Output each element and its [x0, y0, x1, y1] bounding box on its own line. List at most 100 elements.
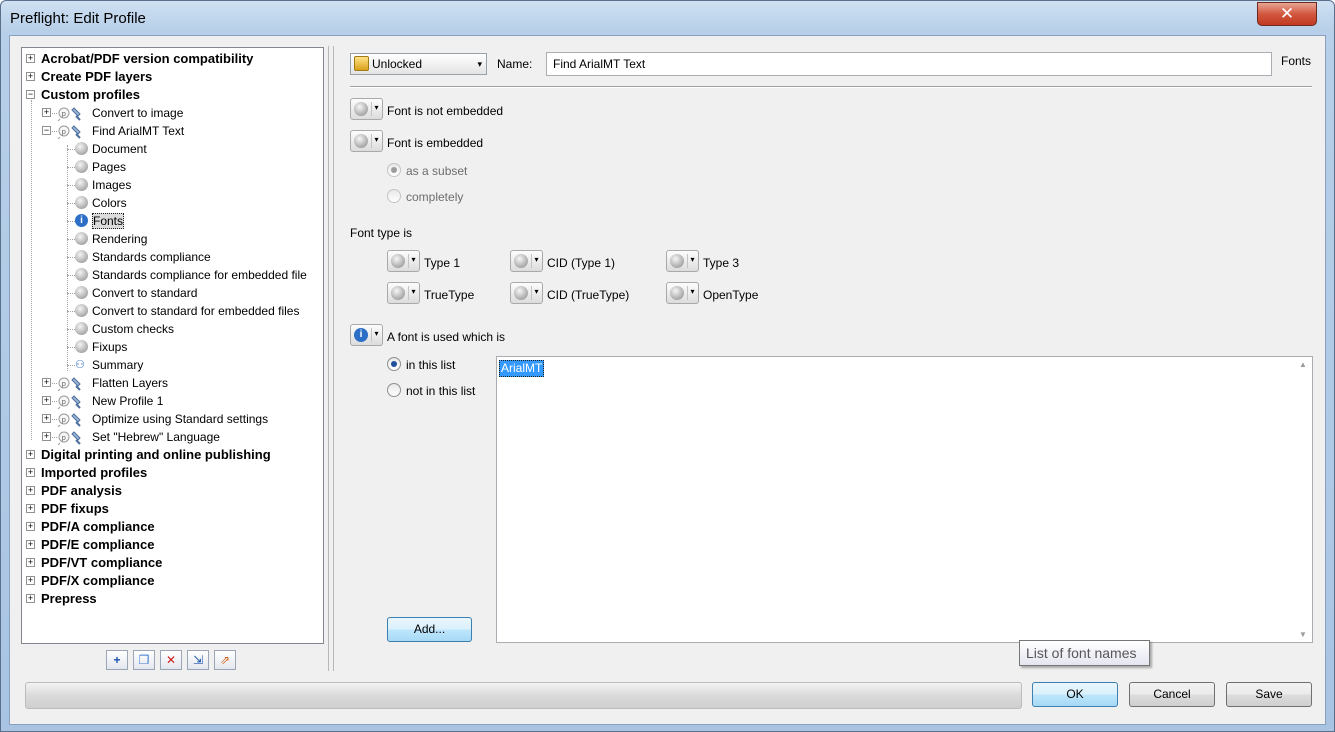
as-subset-radio[interactable] [387, 163, 401, 177]
tree-item[interactable]: Find ArialMT Text [92, 122, 184, 140]
import-icon[interactable]: ⇲ [187, 650, 209, 670]
type3-state-button[interactable]: ▾ [666, 250, 699, 272]
tree-item[interactable]: Prepress [41, 590, 97, 608]
tree-item[interactable]: Pages [92, 158, 126, 176]
chevron-down-icon: ▾ [477, 59, 482, 69]
expand-icon[interactable]: + [26, 486, 35, 495]
ok-button[interactable]: OK [1032, 682, 1118, 707]
padlock-icon [354, 56, 369, 71]
collapse-icon[interactable]: − [26, 90, 35, 99]
expand-icon[interactable]: + [26, 522, 35, 531]
chevron-down-icon: ▾ [408, 286, 418, 300]
tree-connector [67, 167, 75, 168]
tree-item-label: Convert to image [92, 106, 184, 120]
gray-dot-icon [514, 286, 528, 300]
in-this-list-radio[interactable] [387, 357, 401, 371]
tree-connector [67, 185, 75, 186]
save-button[interactable]: Save [1226, 682, 1312, 707]
expand-icon[interactable]: + [26, 504, 35, 513]
scroll-down-icon[interactable]: ▼ [1299, 630, 1307, 639]
svg-text:p: p [62, 416, 67, 424]
tree-item[interactable]: Fixups [92, 338, 127, 356]
tree-item[interactable]: Imported profiles [41, 464, 147, 482]
completely-radio[interactable] [387, 189, 401, 203]
info-icon: i [75, 214, 88, 227]
tree-item[interactable]: Fonts [92, 212, 125, 230]
expand-icon[interactable]: + [26, 450, 35, 459]
expand-icon[interactable]: + [26, 540, 35, 549]
type1-state-button[interactable]: ▾ [387, 250, 420, 272]
tree-connector [67, 275, 75, 276]
tree-item[interactable]: PDF analysis [41, 482, 122, 500]
font-name-list[interactable]: ArialMT ▲ ▼ [496, 356, 1313, 643]
cid-type1-state-button[interactable]: ▾ [510, 250, 543, 272]
tree-item[interactable]: New Profile 1 [92, 392, 163, 410]
list-item[interactable]: ArialMT [499, 360, 545, 377]
add-profile-icon[interactable]: + [106, 650, 128, 670]
expand-icon[interactable]: + [42, 108, 51, 117]
add-button[interactable]: Add... [387, 617, 472, 642]
chevron-down-icon: ▾ [371, 134, 381, 148]
chevron-down-icon: ▾ [371, 102, 381, 116]
lock-dropdown[interactable]: Unlocked ▾ [350, 53, 487, 75]
not-in-this-list-label: not in this list [406, 384, 476, 398]
tree-item[interactable]: Colors [92, 194, 127, 212]
tree-item[interactable]: Convert to image [92, 104, 183, 122]
tree-item[interactable]: Create PDF layers [41, 68, 152, 86]
profile-name-field[interactable]: Find ArialMT Text [546, 52, 1272, 76]
tree-item[interactable]: PDF/X compliance [41, 572, 154, 590]
truetype-state-button[interactable]: ▾ [387, 282, 420, 304]
cid-truetype-state-button[interactable]: ▾ [510, 282, 543, 304]
profile-tree[interactable]: Acrobat/PDF version compatibility + Create… [21, 47, 324, 644]
chevron-down-icon: ▾ [371, 328, 381, 342]
duplicate-icon[interactable]: ❐ [133, 650, 155, 670]
tree-item[interactable]: Images [92, 176, 131, 194]
tree-item[interactable]: Rendering [92, 230, 147, 248]
tree-item[interactable]: Standards compliance for embedded file [92, 266, 307, 284]
tree-item[interactable]: Summary [92, 356, 143, 374]
tree-item[interactable]: Acrobat/PDF version compatibility [41, 50, 253, 68]
expand-icon[interactable]: + [26, 54, 35, 63]
pane-splitter[interactable] [328, 46, 334, 671]
tree-item[interactable]: Standards compliance [92, 248, 211, 266]
expand-icon[interactable]: + [42, 378, 51, 387]
font-used-state-button[interactable]: i ▾ [350, 324, 383, 346]
tree-item[interactable]: Flatten Layers [92, 374, 168, 392]
tree-item[interactable]: PDF fixups [41, 500, 109, 518]
tree-item-label: Standards compliance for embedded file [92, 268, 307, 282]
tree-item[interactable]: PDF/VT compliance [41, 554, 162, 572]
expand-icon[interactable]: + [26, 576, 35, 585]
font-embedded-state-button[interactable]: ▾ [350, 130, 383, 152]
expand-icon[interactable]: + [26, 468, 35, 477]
tree-item[interactable]: PDF/A compliance [41, 518, 155, 536]
close-button[interactable]: ✕ [1257, 2, 1317, 26]
tree-item-label: Rendering [92, 232, 148, 246]
tree-item[interactable]: Custom profiles [41, 86, 140, 104]
svg-text:p: p [62, 380, 67, 388]
tree-item[interactable]: Set "Hebrew" Language [92, 428, 220, 446]
tree-item-label: Standards compliance [92, 250, 211, 264]
tree-item[interactable]: Convert to standard for embedded files [92, 302, 299, 320]
tree-item[interactable]: Document [92, 140, 147, 158]
export-icon[interactable]: ⇗ [214, 650, 236, 670]
expand-icon[interactable]: + [42, 432, 51, 441]
tree-item[interactable]: PDF/E compliance [41, 536, 154, 554]
tree-item[interactable]: Optimize using Standard settings [92, 410, 268, 428]
scroll-up-icon[interactable]: ▲ [1299, 360, 1307, 369]
expand-icon[interactable]: + [42, 414, 51, 423]
tree-connector [67, 257, 75, 258]
vertical-scrollbar[interactable]: ▲ ▼ [1295, 357, 1312, 642]
opentype-state-button[interactable]: ▾ [666, 282, 699, 304]
not-in-this-list-radio[interactable] [387, 383, 401, 397]
font-not-embedded-state-button[interactable]: ▾ [350, 98, 383, 120]
cancel-button[interactable]: Cancel [1129, 682, 1215, 707]
expand-icon[interactable]: + [26, 558, 35, 567]
expand-icon[interactable]: + [26, 594, 35, 603]
delete-icon[interactable]: ✕ [160, 650, 182, 670]
tree-item[interactable]: Convert to standard [92, 284, 197, 302]
tree-item[interactable]: Digital printing and online publishing [41, 446, 271, 464]
tree-item[interactable]: Custom checks [92, 320, 174, 338]
expand-icon[interactable]: + [42, 396, 51, 405]
expand-icon[interactable]: + [26, 72, 35, 81]
collapse-icon[interactable]: − [42, 126, 51, 135]
